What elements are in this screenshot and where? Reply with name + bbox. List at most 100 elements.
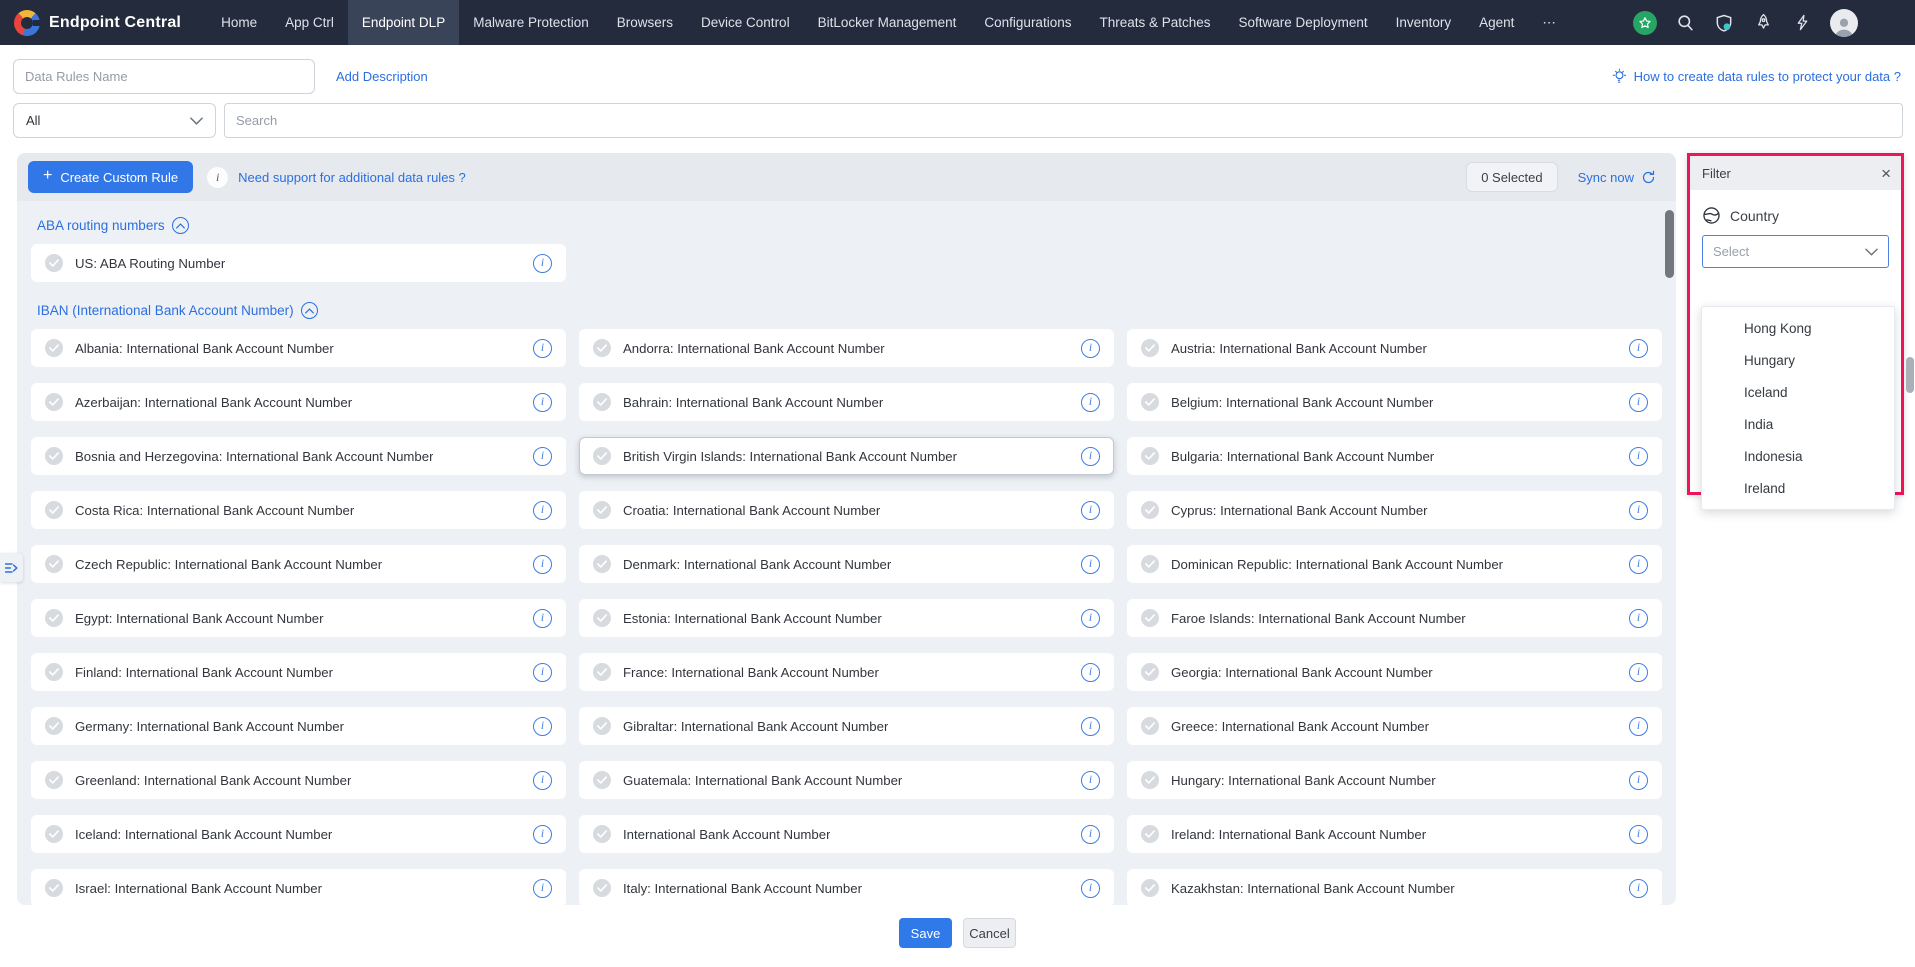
rule-card[interactable]: Kazakhstan: International Bank Account N… (1127, 869, 1662, 905)
check-circle-icon[interactable] (45, 825, 63, 843)
lightning-icon[interactable] (1791, 12, 1813, 34)
rule-info-icon[interactable]: i (1629, 662, 1648, 682)
rule-card[interactable]: Georgia: International Bank Account Numb… (1127, 653, 1662, 691)
page-scrollbar-thumb[interactable] (1906, 357, 1914, 393)
check-circle-icon[interactable] (593, 555, 611, 573)
nav-item-home[interactable]: Home (207, 0, 271, 45)
check-circle-icon[interactable] (1141, 717, 1159, 735)
rule-info-icon[interactable]: i (1081, 608, 1100, 628)
check-circle-icon[interactable] (1141, 879, 1159, 897)
check-circle-icon[interactable] (593, 339, 611, 357)
rule-info-icon[interactable]: i (1081, 824, 1100, 844)
check-circle-icon[interactable] (1141, 663, 1159, 681)
check-circle-icon[interactable] (45, 254, 63, 272)
nav-item-[interactable]: ⋯ (1528, 0, 1570, 45)
check-circle-icon[interactable] (45, 609, 63, 627)
search-input[interactable] (224, 103, 1903, 138)
rule-card[interactable]: US: ABA Routing Number i (31, 244, 566, 282)
rule-info-icon[interactable]: i (533, 554, 552, 574)
rule-info-icon[interactable]: i (533, 608, 552, 628)
check-circle-icon[interactable] (593, 825, 611, 843)
rule-info-icon[interactable]: i (1081, 554, 1100, 574)
country-option-india[interactable]: India (1702, 408, 1894, 440)
check-circle-icon[interactable] (45, 879, 63, 897)
nav-item-device-control[interactable]: Device Control (687, 0, 804, 45)
rule-card[interactable]: Czech Republic: International Bank Accou… (31, 545, 566, 583)
rule-type-filter-select[interactable]: All (13, 103, 216, 138)
nav-item-endpoint-dlp[interactable]: Endpoint DLP (347, 0, 460, 45)
rule-info-icon[interactable]: i (533, 446, 552, 466)
rule-info-icon[interactable]: i (533, 662, 552, 682)
check-circle-icon[interactable] (593, 717, 611, 735)
rule-info-icon[interactable]: i (1629, 446, 1648, 466)
rule-card[interactable]: Austria: International Bank Account Numb… (1127, 329, 1662, 367)
check-circle-icon[interactable] (1141, 555, 1159, 573)
rule-info-icon[interactable]: i (1629, 500, 1648, 520)
country-select[interactable]: Select (1702, 235, 1889, 268)
rule-info-icon[interactable]: i (1629, 770, 1648, 790)
collapse-section-icon[interactable] (171, 217, 189, 234)
rule-card[interactable]: Bosnia and Herzegovina: International Ba… (31, 437, 566, 475)
search-icon[interactable] (1674, 12, 1696, 34)
rule-card[interactable]: Estonia: International Bank Account Numb… (579, 599, 1114, 637)
rule-info-icon[interactable]: i (1629, 716, 1648, 736)
rule-info-icon[interactable]: i (1629, 608, 1648, 628)
data-rules-name-input[interactable] (13, 59, 315, 94)
rule-card[interactable]: Azerbaijan: International Bank Account N… (31, 383, 566, 421)
add-description-link[interactable]: Add Description (336, 69, 428, 84)
nav-item-browsers[interactable]: Browsers (603, 0, 687, 45)
rule-info-icon[interactable]: i (1081, 500, 1100, 520)
rule-info-icon[interactable]: i (1081, 770, 1100, 790)
country-option-ireland[interactable]: Ireland (1702, 472, 1894, 504)
additional-rules-support-link[interactable]: Need support for additional data rules ? (238, 170, 466, 185)
check-circle-icon[interactable] (1141, 447, 1159, 465)
rule-card[interactable]: Andorra: International Bank Account Numb… (579, 329, 1114, 367)
rule-info-icon[interactable]: i (1629, 392, 1648, 412)
side-panel-toggle[interactable] (0, 553, 23, 582)
rule-card[interactable]: Bulgaria: International Bank Account Num… (1127, 437, 1662, 475)
rule-card[interactable]: Israel: International Bank Account Numbe… (31, 869, 566, 905)
nav-item-software-deployment[interactable]: Software Deployment (1225, 0, 1382, 45)
country-option-hungary[interactable]: Hungary (1702, 344, 1894, 376)
rule-card[interactable]: International Bank Account Number i (579, 815, 1114, 853)
help-link[interactable]: How to create data rules to protect your… (1612, 68, 1901, 85)
rule-card[interactable]: Finland: International Bank Account Numb… (31, 653, 566, 691)
check-circle-icon[interactable] (45, 771, 63, 789)
apps-grid-icon[interactable] (1875, 12, 1897, 34)
section-title[interactable]: ABA routing numbers (37, 218, 165, 233)
rule-card[interactable]: France: International Bank Account Numbe… (579, 653, 1114, 691)
save-button[interactable]: Save (899, 918, 952, 948)
check-circle-icon[interactable] (45, 717, 63, 735)
check-circle-icon[interactable] (593, 663, 611, 681)
rule-info-icon[interactable]: i (1081, 338, 1100, 358)
check-circle-icon[interactable] (45, 339, 63, 357)
cancel-button[interactable]: Cancel (963, 918, 1016, 948)
check-circle-icon[interactable] (1141, 609, 1159, 627)
rule-card[interactable]: Albania: International Bank Account Numb… (31, 329, 566, 367)
rule-card[interactable]: Greece: International Bank Account Numbe… (1127, 707, 1662, 745)
check-circle-icon[interactable] (593, 501, 611, 519)
check-circle-icon[interactable] (45, 501, 63, 519)
rule-card[interactable]: Hungary: International Bank Account Numb… (1127, 761, 1662, 799)
country-option-hong-kong[interactable]: Hong Kong (1702, 312, 1894, 344)
rule-info-icon[interactable]: i (1081, 878, 1100, 898)
rule-info-icon[interactable]: i (1081, 662, 1100, 682)
rule-card[interactable]: Dominican Republic: International Bank A… (1127, 545, 1662, 583)
country-option-indonesia[interactable]: Indonesia (1702, 440, 1894, 472)
rule-info-icon[interactable]: i (533, 253, 552, 273)
rule-card[interactable]: Cyprus: International Bank Account Numbe… (1127, 491, 1662, 529)
shield-privacy-icon[interactable] (1713, 12, 1735, 34)
rule-card[interactable]: Gibraltar: International Bank Account Nu… (579, 707, 1114, 745)
rule-info-icon[interactable]: i (1629, 824, 1648, 844)
rule-card[interactable]: Egypt: International Bank Account Number… (31, 599, 566, 637)
nav-item-bitlocker-management[interactable]: BitLocker Management (804, 0, 971, 45)
rule-info-icon[interactable]: i (1629, 878, 1648, 898)
check-circle-icon[interactable] (45, 555, 63, 573)
rule-card[interactable]: Denmark: International Bank Account Numb… (579, 545, 1114, 583)
check-circle-icon[interactable] (1141, 825, 1159, 843)
rule-info-icon[interactable]: i (1081, 716, 1100, 736)
rule-info-icon[interactable]: i (533, 716, 552, 736)
rule-info-icon[interactable]: i (1629, 554, 1648, 574)
rule-card[interactable]: Faroe Islands: International Bank Accoun… (1127, 599, 1662, 637)
check-circle-icon[interactable] (45, 447, 63, 465)
